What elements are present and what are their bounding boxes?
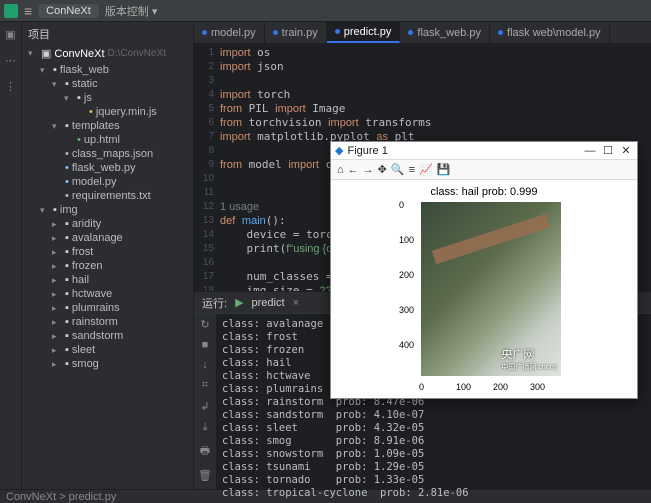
ytick: 400 <box>399 340 414 350</box>
breadcrumb[interactable]: ConvNeXt > predict.py <box>6 491 116 503</box>
xtick: 0 <box>419 382 424 392</box>
print-icon[interactable]: 🖶 <box>200 442 210 461</box>
tree-node[interactable]: ▸▪hail <box>22 273 193 287</box>
figure-canvas[interactable]: class: hail prob: 0.999 央广网 中国广播网 cnr.cn… <box>331 180 637 398</box>
vcs-menu[interactable]: 版本控制 ▾ <box>105 3 158 19</box>
figure-app-icon: ◆ <box>335 144 343 157</box>
close-run-icon[interactable]: × <box>293 297 299 309</box>
tree-node[interactable]: ▸▪hctwave <box>22 287 193 301</box>
tree-node[interactable]: ▸▪sleet <box>22 343 193 357</box>
scroll-icon[interactable]: ⤓ <box>203 421 208 434</box>
zoom-icon[interactable]: 🔍 <box>391 163 405 176</box>
figure-toolbar: ⌂ ← → ✥ 🔍 ≡ 📈 💾 <box>331 160 637 180</box>
watermark: 央广网 中国广播网 cnr.cn <box>501 346 557 372</box>
tree-node[interactable]: ▾▪js <box>22 91 193 105</box>
close-button[interactable]: ✕ <box>619 144 633 157</box>
tree-node[interactable]: ▸▪rainstorm <box>22 315 193 329</box>
editor-tab[interactable]: flask_web.py <box>400 22 490 43</box>
editor-tab[interactable]: train.py <box>265 22 327 43</box>
filter-icon[interactable]: ⌗ <box>202 379 208 392</box>
tree-node[interactable]: •flask_web.py <box>22 161 193 175</box>
home-icon[interactable]: ⌂ <box>337 164 344 176</box>
tree-node[interactable]: ▾▪static <box>22 77 193 91</box>
forward-icon[interactable]: → <box>363 164 374 176</box>
ytick: 200 <box>399 270 414 280</box>
tree-node[interactable]: ▸▪sandstorm <box>22 329 193 343</box>
plot-title: class: hail prob: 0.999 <box>331 186 637 198</box>
project-tool-icon[interactable]: ▣ <box>3 26 19 42</box>
structure-icon[interactable]: ⋯ <box>3 52 19 68</box>
xtick: 300 <box>530 382 545 392</box>
back-icon[interactable]: ← <box>348 164 359 176</box>
wrap-icon[interactable]: ↲ <box>200 400 209 413</box>
project-root[interactable]: ▾▣ ConvNeXt D:\ConvNeXt <box>22 46 193 61</box>
editor-tab[interactable]: flask web\model.py <box>490 22 610 43</box>
more-icon[interactable]: ⋮ <box>3 78 19 94</box>
pan-icon[interactable]: ✥ <box>378 163 387 176</box>
rerun-icon[interactable]: ↻ <box>200 318 209 331</box>
tree-node[interactable]: ▸▪aridity <box>22 217 193 231</box>
project-selector[interactable]: ConNeXt <box>38 4 99 18</box>
xtick: 200 <box>493 382 508 392</box>
plot-image: 央广网 中国广播网 cnr.cn <box>421 202 561 376</box>
tree-node[interactable]: •class_maps.json <box>22 147 193 161</box>
tree-node[interactable]: ▸▪frost <box>22 245 193 259</box>
xtick: 100 <box>456 382 471 392</box>
tree-node[interactable]: ▸▪avalanage <box>22 231 193 245</box>
app-icon <box>4 4 18 18</box>
trash-icon[interactable]: 🗑 <box>198 469 212 482</box>
ytick: 300 <box>399 305 414 315</box>
sidebar-header[interactable]: 项目 <box>22 22 193 46</box>
title-bar: ≡ ConNeXt 版本控制 ▾ <box>0 0 651 22</box>
tree-node[interactable]: ▾▪img <box>22 203 193 217</box>
stop-icon[interactable]: ■ <box>202 339 209 351</box>
tree-node[interactable]: •requirements.txt <box>22 189 193 203</box>
tree-node[interactable]: •jquery.min.js <box>22 105 193 119</box>
tree-node[interactable]: ▾▪templates <box>22 119 193 133</box>
editor-tab[interactable]: model.py <box>194 22 265 43</box>
minimize-button[interactable]: — <box>583 145 597 157</box>
down-icon[interactable]: ↓ <box>202 359 208 371</box>
tree-node[interactable]: •up.html <box>22 133 193 147</box>
editor-tab[interactable]: predict.py <box>327 22 401 43</box>
console-gutter: ↻ ■ ↓ ⌗ ↲ ⤓ 🖶 🗑 <box>194 314 216 489</box>
figure-titlebar[interactable]: ◆ Figure 1 — ☐ ✕ <box>331 142 637 160</box>
figure-title: Figure 1 <box>347 145 387 157</box>
ytick: 0 <box>399 200 404 210</box>
tree-node[interactable]: ▸▪frozen <box>22 259 193 273</box>
tree-node[interactable]: ▸▪smog <box>22 357 193 371</box>
editor-tabs: model.pytrain.pypredict.pyflask_web.pyfl… <box>194 22 651 44</box>
project-sidebar: 项目 ▾▣ ConvNeXt D:\ConvNeXt ▾▪flask_web▾▪… <box>22 22 194 489</box>
save-icon[interactable]: 💾 <box>437 163 451 176</box>
edit-icon[interactable]: 📈 <box>419 163 433 176</box>
run-play-icon[interactable]: ▶ <box>235 296 243 309</box>
figure-window[interactable]: ◆ Figure 1 — ☐ ✕ ⌂ ← → ✥ 🔍 ≡ 📈 💾 class: … <box>330 141 638 399</box>
run-config[interactable]: predict <box>252 297 285 309</box>
ytick: 100 <box>399 235 414 245</box>
tree-node[interactable]: •model.py <box>22 175 193 189</box>
run-label: 运行: <box>202 295 227 311</box>
tree-node[interactable]: ▸▪plumrains <box>22 301 193 315</box>
tree-node[interactable]: ▾▪flask_web <box>22 63 193 77</box>
subplots-icon[interactable]: ≡ <box>409 164 415 176</box>
activity-bar: ▣ ⋯ ⋮ <box>0 22 22 489</box>
sidebar-title: 项目 <box>28 26 50 42</box>
maximize-button[interactable]: ☐ <box>601 144 615 157</box>
hamburger-icon[interactable]: ≡ <box>24 3 32 19</box>
